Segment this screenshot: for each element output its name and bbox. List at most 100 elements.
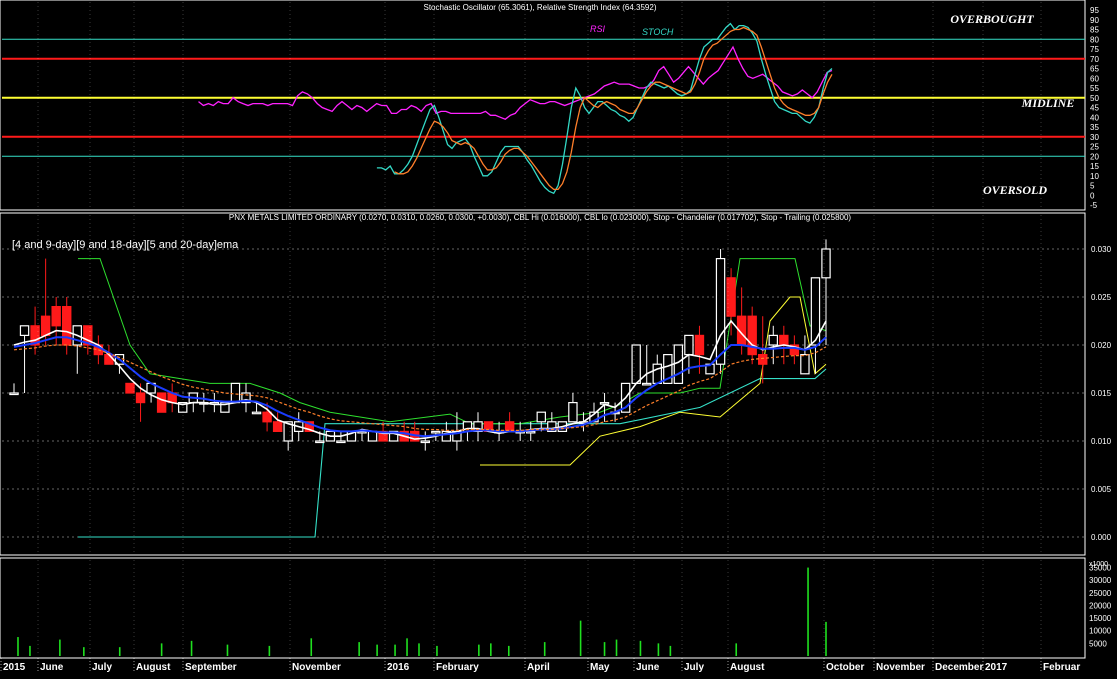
x-axis-label: August <box>730 662 765 673</box>
candle-body <box>684 334 694 356</box>
volume-panel: 5000100001500020000250003000035000 x1000 <box>0 557 1112 659</box>
osc-y-tick: 0 <box>1090 191 1095 200</box>
volume-bar <box>118 647 121 656</box>
osc-y-tick: 10 <box>1090 172 1099 181</box>
price-y-tick: 0.005 <box>1091 485 1112 494</box>
x-axis-label: 2015 <box>3 662 26 673</box>
price-y-tick: 0.015 <box>1091 389 1112 398</box>
volume-bar <box>83 647 85 656</box>
oversold-label: OVERSOLD <box>983 183 1047 197</box>
volume-bar <box>226 644 229 656</box>
volume-bar <box>310 638 313 656</box>
price-title: PNX METALS LIMITED ORDINARY (0.0270, 0.0… <box>229 213 852 222</box>
volume-bar <box>190 640 193 656</box>
candle-body <box>9 392 19 396</box>
candle-body <box>800 354 810 375</box>
osc-y-tick: 60 <box>1090 74 1099 83</box>
x-axis-label: June <box>40 662 64 673</box>
volume-bar <box>160 643 163 656</box>
oscillator-frame <box>0 0 1086 211</box>
volume-y-tick: 30000 <box>1089 576 1112 585</box>
overbought-label: OVERBOUGHT <box>950 12 1034 26</box>
volume-bar <box>579 620 582 656</box>
volume-bar <box>657 643 660 656</box>
volume-unit-label: x1000 <box>1089 561 1108 568</box>
x-axis-label: September <box>185 662 237 673</box>
osc-y-tick: 30 <box>1090 133 1099 142</box>
candle <box>125 382 135 394</box>
volume-y-tick: 20000 <box>1089 601 1112 610</box>
osc-y-tick: 55 <box>1090 84 1099 93</box>
candle <box>673 344 684 385</box>
candle <box>631 344 641 385</box>
candle-body <box>642 382 652 386</box>
candle-body <box>747 315 757 356</box>
osc-y-tick: 15 <box>1090 162 1099 171</box>
osc-y-tick: 25 <box>1090 143 1099 152</box>
volume-bar <box>807 567 809 656</box>
osc-y-tick: 80 <box>1090 35 1099 44</box>
osc-y-tick: 70 <box>1090 55 1099 64</box>
volume-bar <box>29 645 31 656</box>
price-y-tick: 0.000 <box>1091 533 1112 542</box>
volume-bar <box>615 639 618 656</box>
volume-bar <box>603 642 606 656</box>
volume-bar <box>436 645 438 656</box>
ema-legend: [4 and 9-day][9 and 18-day][5 and 20-day… <box>12 239 239 251</box>
osc-y-tick: 40 <box>1090 113 1099 122</box>
osc-y-tick: 20 <box>1090 152 1099 161</box>
osc-y-tick: 85 <box>1090 26 1099 35</box>
osc-y-tick: 75 <box>1090 45 1099 54</box>
candle <box>156 392 167 413</box>
candle-body <box>315 440 325 444</box>
price-y-tick: 0.030 <box>1091 245 1112 254</box>
candle-body <box>768 334 778 346</box>
osc-y-tick: 90 <box>1090 16 1099 25</box>
volume-bar <box>268 645 271 656</box>
x-axis-label: 2017 <box>985 662 1008 673</box>
candle-body <box>104 354 114 365</box>
volume-y-tick: 15000 <box>1089 614 1112 623</box>
candle-body <box>230 382 241 404</box>
x-axis-label: July <box>92 662 112 673</box>
candle-body <box>673 344 684 385</box>
x-axis-label: October <box>826 662 864 673</box>
candle-body <box>431 430 441 434</box>
candle-body <box>367 430 378 442</box>
x-axis-label: November <box>876 662 925 673</box>
candle-body <box>536 411 546 423</box>
x-axis-label: August <box>136 662 171 673</box>
volume-frame <box>0 557 1086 659</box>
price-frame <box>0 212 1086 556</box>
candle-body <box>62 306 72 346</box>
volume-bar <box>358 642 360 656</box>
volume-bar <box>543 642 546 656</box>
candle-body <box>156 392 167 413</box>
price-y-ticks: 0.000 0.005 0.010 0.015 0.020 0.025 0.030 <box>1091 245 1112 542</box>
volume-bar <box>735 643 738 656</box>
oscillator-panel: Stochastic Oscillator (65.3061), Relativ… <box>0 0 1099 211</box>
price-panel: PNX METALS LIMITED ORDINARY (0.0270, 0.0… <box>0 212 1112 556</box>
volume-y-tick: 5000 <box>1089 639 1107 648</box>
x-axis-label: February <box>436 662 479 673</box>
candle-body <box>652 363 662 385</box>
candle-body <box>51 306 61 327</box>
x-axis-label: July <box>684 662 704 673</box>
candle-body <box>758 354 768 365</box>
osc-y-tick: 5 <box>1090 182 1095 191</box>
stoch-series-label: STOCH <box>642 27 674 37</box>
volume-bar <box>669 645 672 656</box>
volume-bar <box>376 644 378 656</box>
candle-body <box>631 344 641 385</box>
candle-body <box>40 315 51 337</box>
osc-y-tick: 45 <box>1090 104 1099 113</box>
candle-body <box>125 382 135 394</box>
volume-bar <box>825 621 827 656</box>
volume-bar <box>17 637 19 656</box>
volume-bar <box>394 644 396 656</box>
oscillator-y-ticks: -505101520253035404550556065707580859095 <box>1090 6 1099 210</box>
volume-y-ticks: 5000100001500020000250003000035000 <box>1089 564 1112 649</box>
candle-body <box>19 325 30 336</box>
candle-body <box>568 402 578 423</box>
candle-body <box>821 248 831 279</box>
